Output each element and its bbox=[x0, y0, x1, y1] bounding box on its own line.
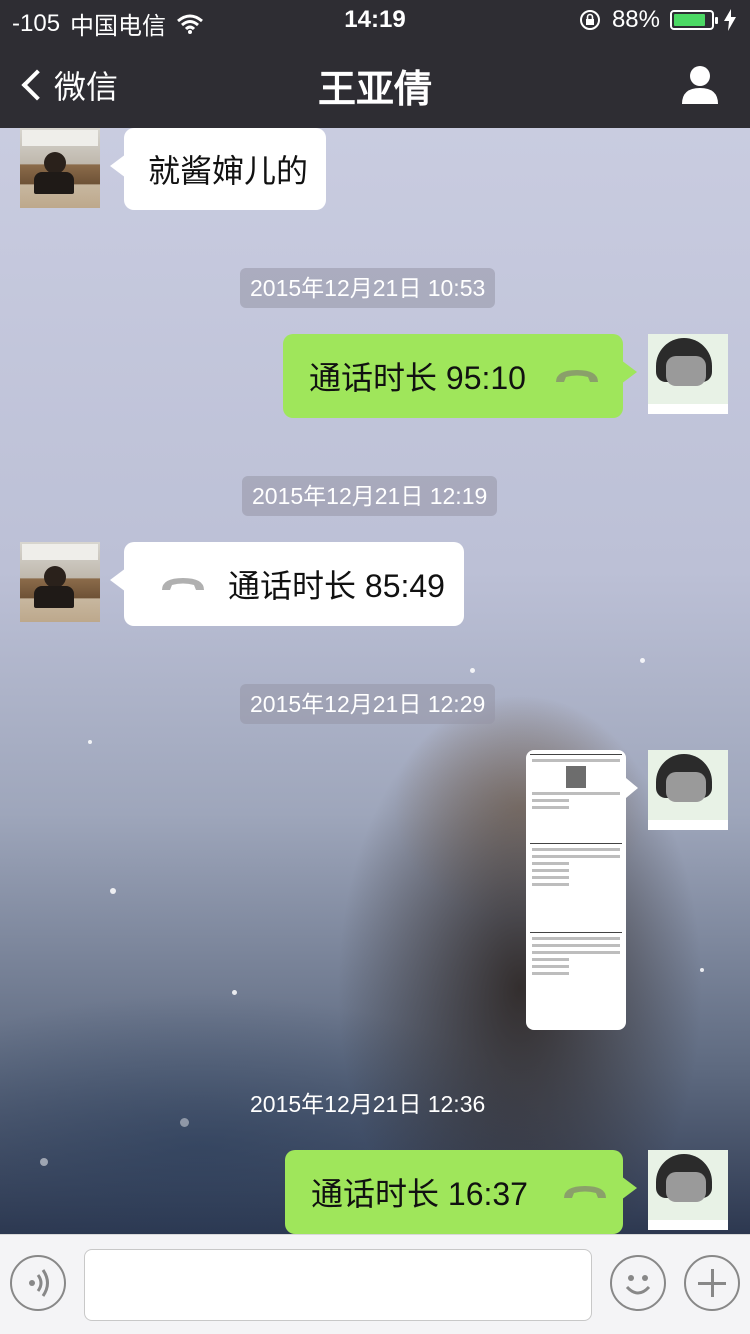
call-record-bubble-sent[interactable]: 通话时长 95:10 bbox=[283, 334, 637, 418]
person-icon[interactable] bbox=[680, 64, 720, 104]
timestamp: 2015年12月21日 12:36 bbox=[250, 1091, 486, 1117]
image-line bbox=[532, 792, 620, 795]
my-avatar[interactable] bbox=[648, 334, 728, 414]
voice-icon bbox=[29, 1269, 49, 1297]
avatar-body bbox=[34, 586, 74, 608]
call-duration-text: 通话时长 85:49 bbox=[228, 568, 445, 604]
phone-hangup-icon bbox=[563, 1186, 606, 1198]
message-text: 就酱婶儿的 bbox=[148, 153, 309, 189]
call-duration-text: 通话时长 16:37 bbox=[311, 1176, 528, 1212]
avatar-caption bbox=[648, 404, 728, 414]
call-record-bubble-sent[interactable]: 通话时长 16:37 bbox=[285, 1150, 637, 1234]
timestamp: 2015年12月21日 12:29 bbox=[240, 684, 496, 724]
my-avatar[interactable] bbox=[648, 750, 728, 830]
timestamp: 2015年12月21日 10:53 bbox=[240, 268, 496, 308]
more-button[interactable] bbox=[684, 1255, 740, 1311]
nav-bar: 微信 王亚倩 bbox=[0, 40, 750, 128]
smile-icon bbox=[625, 1275, 651, 1295]
avatar-caption bbox=[648, 1220, 728, 1230]
image-line bbox=[532, 799, 569, 802]
avatar-window bbox=[22, 544, 98, 560]
avatar-window bbox=[22, 130, 98, 146]
charging-bolt-icon bbox=[724, 9, 736, 31]
phone-hangup-icon bbox=[162, 578, 204, 590]
image-line bbox=[532, 855, 620, 858]
image-bubble-tail bbox=[626, 778, 638, 798]
image-line bbox=[532, 869, 569, 872]
snowflake bbox=[700, 968, 704, 972]
phone-hangup-icon bbox=[555, 370, 598, 382]
call-record-bubble-received[interactable]: 通话时长 85:49 bbox=[110, 542, 464, 626]
voice-button[interactable] bbox=[10, 1255, 66, 1311]
avatar-caption bbox=[648, 820, 728, 830]
message-bubble-received[interactable]: 就酱婶儿的 bbox=[110, 128, 326, 210]
battery-level bbox=[674, 14, 706, 26]
call-duration-text: 通话时长 95:10 bbox=[309, 360, 526, 396]
chat-title: 王亚倩 bbox=[317, 67, 432, 111]
avatar-face bbox=[666, 356, 706, 386]
avatar-body bbox=[34, 172, 74, 194]
timestamp: 2015年12月21日 12:19 bbox=[242, 476, 498, 516]
emoji-button[interactable] bbox=[610, 1255, 666, 1311]
image-line bbox=[532, 759, 620, 762]
avatar-face bbox=[666, 772, 706, 802]
image-line bbox=[532, 951, 620, 954]
snowflake bbox=[470, 668, 475, 673]
image-line bbox=[532, 958, 569, 961]
image-message[interactable] bbox=[526, 750, 626, 1030]
image-photo bbox=[566, 766, 586, 788]
image-line bbox=[532, 965, 569, 968]
status-bar: -105 中国电信 14:19 88% bbox=[0, 0, 750, 40]
snowflake bbox=[88, 740, 92, 744]
snowflake bbox=[180, 1118, 189, 1127]
message-input[interactable] bbox=[84, 1249, 592, 1321]
image-line bbox=[532, 883, 569, 886]
image-section bbox=[530, 754, 622, 839]
my-avatar[interactable] bbox=[648, 1150, 728, 1230]
contact-avatar[interactable] bbox=[20, 128, 100, 208]
avatar-head bbox=[44, 566, 66, 588]
status-right: 88% bbox=[578, 6, 736, 34]
contact-avatar[interactable] bbox=[20, 542, 100, 622]
image-section bbox=[530, 843, 622, 928]
image-line bbox=[532, 944, 620, 947]
image-line bbox=[532, 806, 569, 809]
image-line bbox=[532, 862, 569, 865]
image-line bbox=[532, 876, 569, 879]
avatar-face bbox=[666, 1172, 706, 1202]
battery-icon bbox=[670, 10, 718, 30]
rotation-lock-icon bbox=[579, 10, 600, 30]
image-section bbox=[530, 932, 622, 1017]
image-line bbox=[532, 937, 620, 940]
snowflake bbox=[40, 1158, 48, 1166]
battery-percent: 88% bbox=[611, 6, 660, 33]
snowflake bbox=[640, 658, 645, 663]
image-line bbox=[532, 848, 620, 851]
avatar-head bbox=[44, 152, 66, 174]
image-line bbox=[532, 972, 569, 975]
snowflake bbox=[232, 990, 237, 995]
snowflake bbox=[110, 888, 116, 894]
input-toolbar bbox=[0, 1234, 750, 1334]
